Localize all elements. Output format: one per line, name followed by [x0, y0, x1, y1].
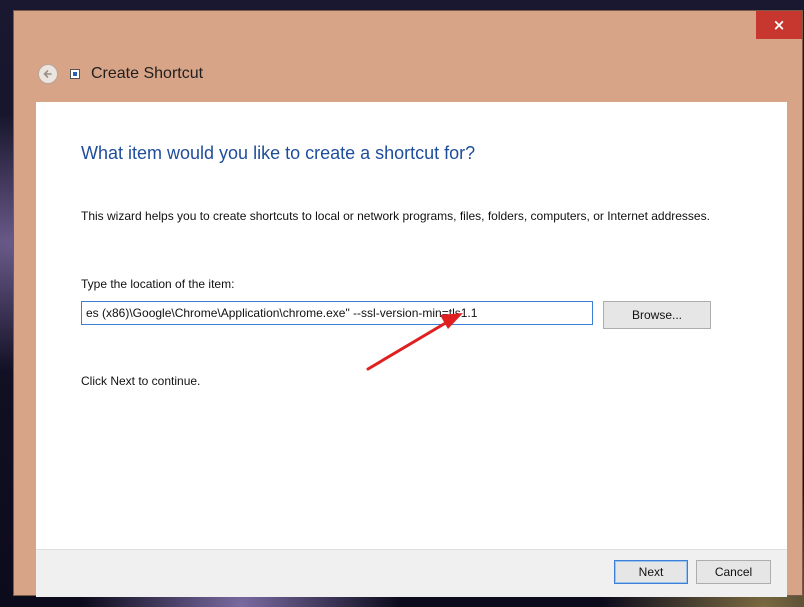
location-label: Type the location of the item: — [81, 277, 235, 291]
back-button[interactable] — [38, 64, 58, 84]
cancel-button[interactable]: Cancel — [696, 560, 771, 584]
wizard-description: This wizard helps you to create shortcut… — [81, 209, 710, 223]
page-title: What item would you like to create a sho… — [81, 143, 476, 163]
wizard-header: Create Shortcut — [14, 59, 802, 89]
wizard-content: What item would you like to create a sho… — [36, 102, 787, 549]
next-button[interactable]: Next — [614, 560, 688, 584]
back-arrow-icon — [43, 70, 52, 78]
close-icon: × — [772, 16, 786, 34]
create-shortcut-window: × Create Shortcut What item would you li… — [13, 10, 803, 597]
wizard-footer: Next Cancel — [36, 549, 787, 597]
window-title: Create Shortcut — [91, 65, 204, 82]
browse-button[interactable]: Browse... — [603, 301, 711, 329]
location-input[interactable]: es (x86)\Google\Chrome\Application\chrom… — [81, 301, 593, 325]
shortcut-icon — [70, 69, 80, 79]
continue-hint: Click Next to continue. — [81, 374, 201, 388]
close-button[interactable]: × — [756, 11, 802, 39]
